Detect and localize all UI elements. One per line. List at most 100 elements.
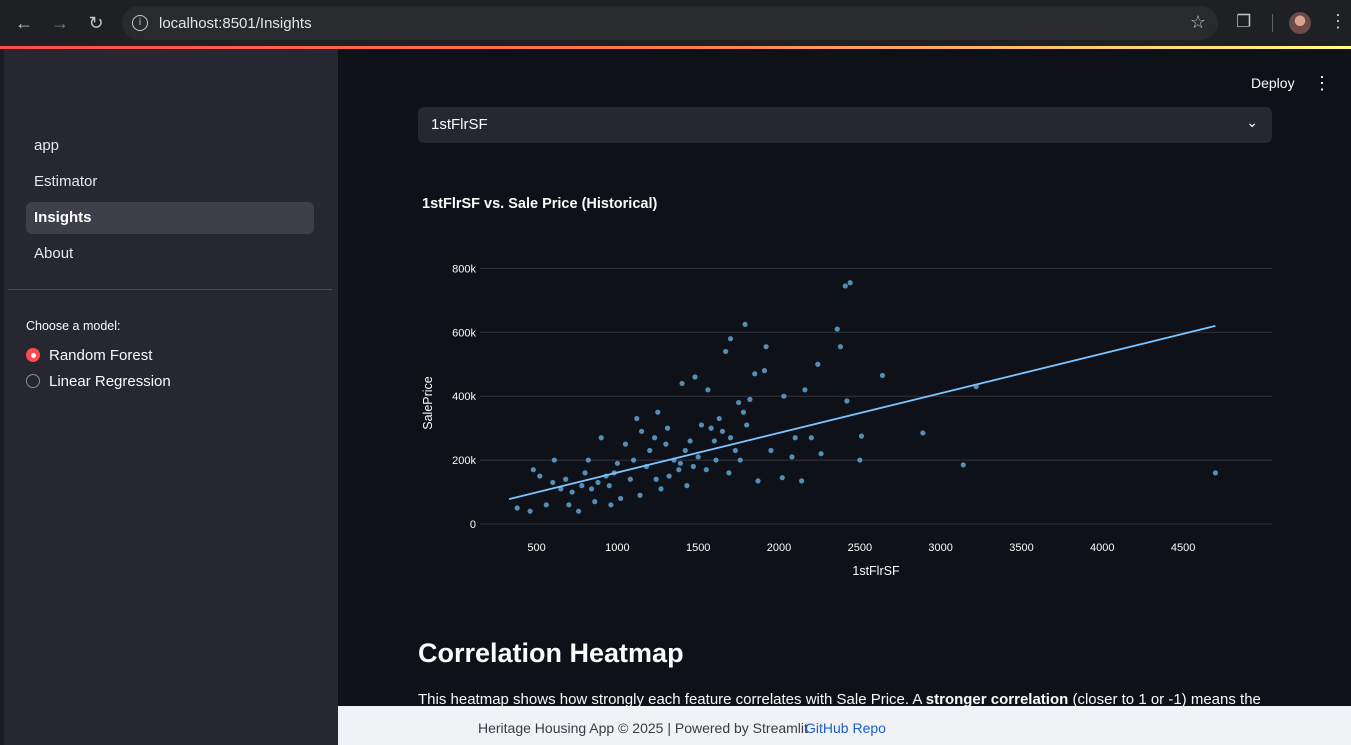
- scatter-point: [752, 371, 758, 377]
- scatter-point: [614, 460, 620, 466]
- scatter-point: [658, 486, 664, 492]
- scatter-point: [692, 374, 698, 380]
- feature-select-value[interactable]: 1stFlrSF: [431, 116, 488, 133]
- sidebar: app Estimator Insights About Choose a model…: [0, 49, 338, 745]
- window-edge: [0, 49, 4, 745]
- scatter-point: [582, 470, 588, 476]
- radio-label[interactable]: Random Forest: [49, 347, 152, 364]
- scatter-point: [598, 435, 604, 441]
- radio-random-forest[interactable]: Random Forest: [26, 347, 152, 364]
- chevron-down-icon[interactable]: ⌄: [1246, 115, 1258, 131]
- y-axis-label: SalePrice: [421, 376, 435, 430]
- scatter-point: [727, 435, 734, 441]
- scatter-point: [708, 425, 714, 431]
- scatter-point: [1212, 470, 1219, 476]
- scatter-point: [815, 361, 821, 367]
- reload-icon[interactable]: ↻: [85, 12, 107, 34]
- radio-label[interactable]: Linear Regression: [49, 373, 171, 390]
- url-text[interactable]: localhost:8501/Insights: [159, 15, 312, 32]
- radio-unselected-icon[interactable]: [26, 374, 40, 388]
- scatter-point: [550, 479, 556, 486]
- scatter-point: [651, 435, 658, 441]
- sidebar-item-app[interactable]: app: [26, 130, 314, 162]
- scatter-point: [834, 326, 840, 332]
- browser-menu-icon[interactable]: ⋮: [1329, 11, 1347, 32]
- footer: Heritage Housing App © 2025 | Powered by…: [338, 706, 1351, 745]
- scatter-point: [592, 499, 598, 505]
- deploy-button[interactable]: Deploy: [1251, 75, 1295, 91]
- scatter-point: [676, 467, 682, 473]
- sidebar-item-insights[interactable]: Insights: [26, 202, 314, 234]
- main-menu-icon[interactable]: ⋮: [1313, 73, 1331, 94]
- scatter-point: [781, 393, 787, 399]
- y-tick-label: 200k: [452, 455, 476, 467]
- y-tick-label: 0: [470, 519, 476, 531]
- scatter-point: [847, 280, 853, 286]
- extensions-icon[interactable]: ❐: [1236, 12, 1251, 32]
- x-tick-label: 4500: [1171, 542, 1195, 554]
- bookmark-star-icon[interactable]: ☆: [1190, 12, 1206, 33]
- x-tick-label: 4000: [1090, 542, 1114, 554]
- site-info-icon[interactable]: i: [132, 15, 148, 31]
- scatter-point: [566, 502, 572, 508]
- address-bar[interactable]: i localhost:8501/Insights ☆: [122, 6, 1218, 40]
- trendline: [508, 325, 1216, 500]
- scatter-point: [679, 380, 685, 387]
- scatter-point: [575, 508, 582, 514]
- scatter-point: [698, 422, 705, 428]
- scatter-point: [585, 457, 591, 463]
- scatter-point: [792, 435, 798, 441]
- y-tick-label: 600k: [452, 327, 476, 339]
- scatter-point: [606, 483, 612, 489]
- scatter-point: [727, 336, 734, 342]
- browser-toolbar: ← → ↻ i localhost:8501/Insights ☆ ❐ ⋮: [0, 0, 1351, 46]
- scatter-point: [711, 438, 717, 444]
- scatter-plot: 0 200k 400k 600k 800k 500 1000 1500 2000 2500 3000…: [421, 263, 1272, 578]
- feature-select[interactable]: 1stFlrSF ⌄: [418, 107, 1272, 143]
- github-link[interactable]: GitHub Repo: [805, 720, 886, 736]
- scatter-point: [789, 454, 795, 460]
- sidebar-item-about[interactable]: About: [26, 238, 314, 270]
- scatter-point: [695, 454, 701, 460]
- scatter-point: [799, 478, 805, 484]
- scatter-point: [637, 492, 643, 498]
- scatter-point: [690, 463, 696, 470]
- footer-text: Heritage Housing App © 2025 | Powered by…: [478, 720, 808, 736]
- sidebar-divider: [8, 289, 332, 290]
- scatter-point: [726, 470, 732, 476]
- scatter-point: [684, 483, 690, 489]
- scatter-point: [737, 457, 743, 463]
- scatter-point: [740, 409, 747, 415]
- model-label: Choose a model:: [26, 319, 121, 333]
- scatter-point: [682, 447, 688, 454]
- radio-selected-icon[interactable]: [26, 348, 40, 362]
- scatter-point: [551, 457, 557, 463]
- scatter-point: [514, 505, 520, 511]
- forward-icon[interactable]: →: [49, 12, 71, 34]
- scatter-point: [742, 321, 748, 327]
- scatter-point: [627, 476, 633, 482]
- scatter-point: [723, 348, 729, 355]
- profile-avatar[interactable]: [1289, 12, 1311, 34]
- scatter-point: [527, 508, 533, 514]
- chart-title: 1stFlrSF vs. Sale Price (Historical): [422, 196, 658, 212]
- scatter-point: [920, 430, 926, 436]
- scatter-point: [622, 441, 629, 447]
- y-tick-label: 400k: [452, 391, 476, 403]
- scatter-point: [530, 467, 536, 473]
- scatter-point: [808, 435, 814, 441]
- x-tick-label: 2500: [848, 542, 872, 554]
- scatter-point: [664, 425, 671, 431]
- section-heading: Correlation Heatmap: [418, 638, 684, 668]
- scatter-point: [537, 473, 543, 479]
- x-tick-label: 3000: [928, 542, 952, 554]
- scatter-point: [818, 451, 824, 457]
- sidebar-item-estimator[interactable]: Estimator: [26, 166, 314, 198]
- x-tick-label: 2000: [767, 542, 791, 554]
- x-tick-label: 500: [527, 542, 545, 554]
- scatter-point: [844, 398, 850, 404]
- scatter-point: [639, 428, 645, 434]
- back-icon[interactable]: ←: [13, 12, 35, 34]
- radio-linear-regression[interactable]: Linear Regression: [26, 373, 171, 390]
- scatter-point: [705, 387, 711, 393]
